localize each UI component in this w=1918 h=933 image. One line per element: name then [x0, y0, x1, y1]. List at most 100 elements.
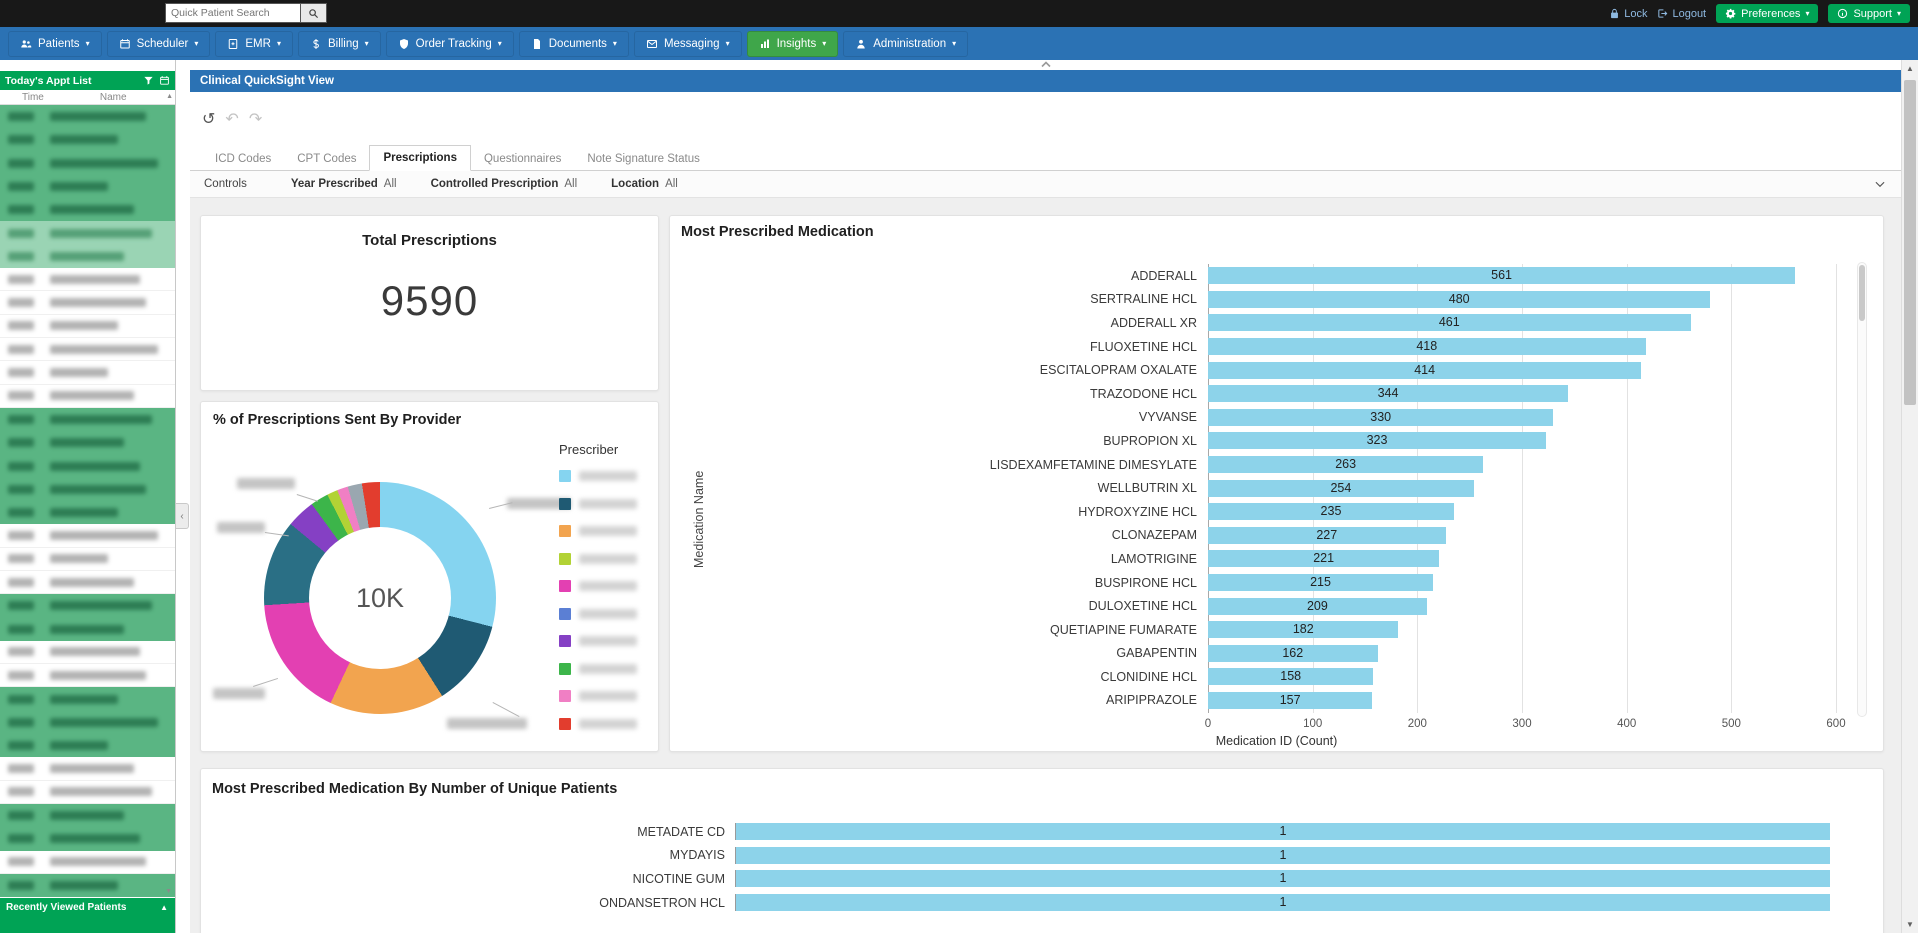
- donut-chart[interactable]: 10K: [264, 482, 496, 714]
- appt-row[interactable]: [0, 128, 175, 151]
- filter-year-prescribed[interactable]: Year PrescribedAll: [291, 178, 397, 190]
- filter-icon[interactable]: [143, 75, 154, 86]
- appt-row[interactable]: [0, 524, 175, 547]
- tab-questionnaires[interactable]: Questionnaires: [471, 147, 574, 171]
- appt-row[interactable]: [0, 198, 175, 221]
- appt-row[interactable]: [0, 361, 175, 384]
- logout-button[interactable]: Logout: [1657, 8, 1706, 20]
- legend-item[interactable]: [559, 663, 637, 675]
- appt-row[interactable]: [0, 711, 175, 734]
- appt-row[interactable]: [0, 804, 175, 827]
- bar[interactable]: 1: [736, 870, 1830, 887]
- appt-row[interactable]: [0, 641, 175, 664]
- bar[interactable]: 157: [1208, 692, 1372, 709]
- appt-row[interactable]: [0, 781, 175, 804]
- filter-controlled-prescription[interactable]: Controlled PrescriptionAll: [431, 178, 578, 190]
- appt-row[interactable]: [0, 571, 175, 594]
- scroll-down-arrow[interactable]: ▼: [165, 888, 172, 895]
- bar[interactable]: 461: [1208, 314, 1691, 331]
- appt-row[interactable]: [0, 618, 175, 641]
- legend-item[interactable]: [559, 690, 637, 702]
- nav-item-documents[interactable]: Documents▾: [519, 31, 629, 57]
- appt-row[interactable]: [0, 874, 175, 897]
- bar[interactable]: 227: [1208, 527, 1446, 544]
- legend-item[interactable]: [559, 553, 637, 565]
- nav-item-billing[interactable]: Billing▾: [298, 31, 381, 57]
- bar[interactable]: 1: [736, 847, 1830, 864]
- bar[interactable]: 323: [1208, 432, 1546, 449]
- bar[interactable]: 330: [1208, 409, 1553, 426]
- nav-item-insights[interactable]: Insights▾: [747, 31, 839, 57]
- bar[interactable]: 480: [1208, 291, 1710, 308]
- tab-icd-codes[interactable]: ICD Codes: [202, 147, 284, 171]
- appt-row[interactable]: [0, 105, 175, 128]
- bar[interactable]: 235: [1208, 503, 1454, 520]
- redo-icon[interactable]: ↷: [249, 112, 262, 128]
- bar[interactable]: 344: [1208, 385, 1568, 402]
- bar[interactable]: 182: [1208, 621, 1398, 638]
- legend-item[interactable]: [559, 580, 637, 592]
- appt-row[interactable]: [0, 245, 175, 268]
- bar[interactable]: 1: [736, 894, 1830, 911]
- appt-row[interactable]: [0, 291, 175, 314]
- nav-item-administration[interactable]: Administration▾: [843, 31, 968, 57]
- bar[interactable]: 254: [1208, 480, 1474, 497]
- nav-item-scheduler[interactable]: Scheduler▾: [107, 31, 211, 57]
- bar[interactable]: 418: [1208, 338, 1646, 355]
- undo-icon[interactable]: ↶: [225, 112, 238, 128]
- filter-location[interactable]: LocationAll: [611, 178, 678, 190]
- appt-row[interactable]: [0, 315, 175, 338]
- appt-row[interactable]: [0, 152, 175, 175]
- appt-row[interactable]: [0, 268, 175, 291]
- lock-button[interactable]: Lock: [1609, 8, 1647, 20]
- scroll-up-arrow[interactable]: ▲: [1902, 64, 1918, 73]
- legend-item[interactable]: [559, 635, 637, 647]
- reset-icon[interactable]: ↺: [202, 112, 215, 128]
- appt-row[interactable]: [0, 454, 175, 477]
- legend-item[interactable]: [559, 525, 637, 537]
- recently-viewed-bar[interactable]: Recently Viewed Patients ▲: [0, 898, 175, 933]
- bar[interactable]: 414: [1208, 362, 1641, 379]
- legend-item[interactable]: [559, 498, 637, 510]
- search-button[interactable]: [301, 3, 327, 23]
- appt-row[interactable]: [0, 664, 175, 687]
- appt-row[interactable]: [0, 827, 175, 850]
- search-input[interactable]: [165, 3, 301, 23]
- bar[interactable]: 209: [1208, 598, 1427, 615]
- bar[interactable]: 1: [736, 823, 1830, 840]
- nav-item-messaging[interactable]: Messaging▾: [634, 31, 742, 57]
- bar[interactable]: 263: [1208, 456, 1483, 473]
- appt-row[interactable]: [0, 594, 175, 617]
- appt-row[interactable]: [0, 687, 175, 710]
- bar[interactable]: 221: [1208, 550, 1439, 567]
- appt-row[interactable]: [0, 175, 175, 198]
- page-scrollbar-thumb[interactable]: [1904, 80, 1916, 405]
- page-scrollbar[interactable]: ▲ ▼: [1901, 60, 1918, 933]
- sidebar-collapse-handle[interactable]: ‹: [176, 503, 189, 529]
- scroll-down-arrow[interactable]: ▼: [1902, 920, 1918, 929]
- appt-row[interactable]: [0, 431, 175, 454]
- nav-item-patients[interactable]: Patients▾: [8, 31, 102, 57]
- appt-row[interactable]: [0, 408, 175, 431]
- bar[interactable]: 162: [1208, 645, 1378, 662]
- appt-row[interactable]: [0, 851, 175, 874]
- bar[interactable]: 561: [1208, 267, 1795, 284]
- tab-cpt-codes[interactable]: CPT Codes: [284, 147, 369, 171]
- panel-collapse-arrow[interactable]: [1035, 60, 1057, 69]
- scroll-up-arrow[interactable]: ▲: [166, 93, 173, 100]
- support-button[interactable]: Support▾: [1828, 4, 1910, 23]
- chart-scrollbar[interactable]: [1857, 262, 1867, 717]
- appt-row[interactable]: [0, 734, 175, 757]
- controls-expand-icon[interactable]: [1873, 177, 1887, 191]
- legend-item[interactable]: [559, 470, 637, 482]
- tab-prescriptions[interactable]: Prescriptions: [369, 145, 471, 171]
- appt-row[interactable]: [0, 221, 175, 244]
- appt-row[interactable]: [0, 338, 175, 361]
- bar[interactable]: 215: [1208, 574, 1433, 591]
- nav-item-emr[interactable]: EMR▾: [215, 31, 293, 57]
- appt-row[interactable]: [0, 478, 175, 501]
- legend-item[interactable]: [559, 718, 637, 730]
- nav-item-order-tracking[interactable]: Order Tracking▾: [386, 31, 514, 57]
- tab-note-signature-status[interactable]: Note Signature Status: [574, 147, 713, 171]
- appt-row[interactable]: [0, 548, 175, 571]
